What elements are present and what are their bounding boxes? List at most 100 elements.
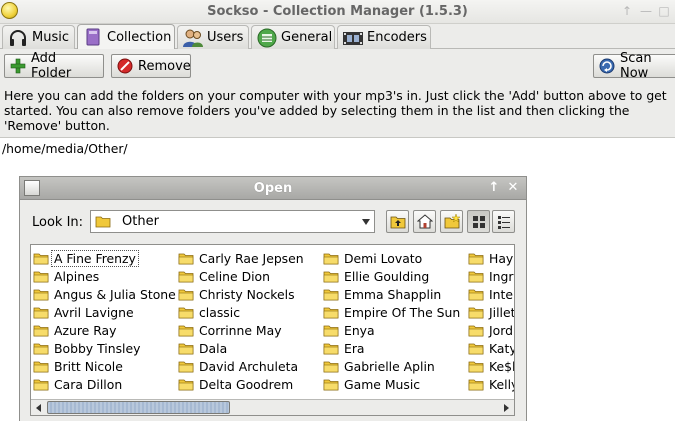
minimize-icon[interactable]: —: [638, 3, 654, 19]
folder-item[interactable]: Azure Ray: [33, 321, 116, 339]
maximize-up-icon[interactable]: ↑: [619, 3, 635, 19]
tab-label: Collection: [107, 29, 172, 45]
folder-item[interactable]: Britt Nicole: [33, 357, 123, 375]
folder-item-label: Alpines: [54, 268, 100, 284]
folder-icon: [33, 307, 49, 318]
folder-item[interactable]: Empire Of The Sun: [323, 303, 460, 321]
tab-collection[interactable]: Collection: [77, 24, 175, 49]
chevron-down-icon: [362, 219, 370, 225]
folder-icon: [323, 271, 339, 282]
folder-item[interactable]: Ingr: [468, 267, 513, 285]
folder-item-label: Jord: [489, 322, 513, 338]
add-folder-button[interactable]: Add Folder: [4, 51, 104, 81]
toolbar: Add Folder Remove Scan Now: [0, 49, 675, 84]
folder-icon: [468, 325, 484, 336]
tab-music[interactable]: Music: [2, 25, 75, 49]
folder-item[interactable]: Cara Dillon: [33, 375, 122, 393]
scan-now-button[interactable]: Scan Now: [593, 51, 675, 81]
folder-item[interactable]: Game Music: [323, 375, 420, 393]
folder-item[interactable]: Enya: [323, 321, 375, 339]
refresh-icon: [599, 58, 615, 74]
folder-icon: [178, 271, 194, 282]
folder-icon: [33, 253, 49, 264]
folder-item-label: Era: [344, 340, 365, 356]
tab-users[interactable]: Users: [177, 25, 249, 49]
folder-item[interactable]: Gabrielle Aplin: [323, 357, 435, 375]
folder-item[interactable]: Corrinne May: [178, 321, 282, 339]
folder-item-label: Ellie Goulding: [344, 268, 430, 284]
folder-item[interactable]: Delta Goodrem: [178, 375, 293, 393]
folder-item[interactable]: Inte: [468, 285, 513, 303]
folder-item[interactable]: Emma Shapplin: [323, 285, 441, 303]
folder-item[interactable]: Katy: [468, 339, 514, 357]
tab-label: Music: [32, 30, 69, 45]
folder-item[interactable]: Angus & Julia Stone: [33, 285, 176, 303]
tab-encoders[interactable]: Encoders: [337, 25, 431, 49]
new-folder-button[interactable]: [440, 210, 463, 233]
folder-item-label: Corrinne May: [199, 322, 282, 338]
scrollbar-thumb[interactable]: [47, 401, 230, 414]
details-view-icon: [497, 215, 510, 229]
list-view-button[interactable]: [467, 210, 490, 233]
folder-icon: [178, 289, 194, 300]
folder-item[interactable]: Hayl: [468, 249, 515, 267]
add-folder-label: Add Folder: [31, 51, 72, 81]
tab-general[interactable]: General: [251, 25, 335, 49]
folder-item-label: Delta Goodrem: [199, 376, 294, 392]
horizontal-scrollbar[interactable]: [31, 399, 514, 415]
folder-item[interactable]: Era: [323, 339, 365, 357]
tab-label: General: [281, 30, 333, 45]
folder-item-label: Christy Nockels: [199, 286, 295, 302]
look-in-label: Look In:: [32, 215, 84, 230]
tab-label: Encoders: [367, 30, 427, 45]
remove-button[interactable]: Remove: [111, 54, 191, 78]
folder-icon: [178, 343, 194, 354]
up-folder-button[interactable]: [386, 210, 409, 233]
folder-item[interactable]: Demi Lovato: [323, 249, 422, 267]
details-view-button[interactable]: [492, 210, 515, 233]
scan-now-label: Scan Now: [620, 51, 652, 81]
folder-item[interactable]: Ke$l: [468, 357, 514, 375]
maximize-up-icon[interactable]: ↑: [487, 180, 501, 196]
scroll-right-icon[interactable]: [498, 400, 514, 415]
look-in-select[interactable]: Other: [90, 210, 375, 233]
folder-icon: [33, 325, 49, 336]
folder-item-label: Demi Lovato: [344, 250, 423, 266]
folder-item[interactable]: Kelly: [468, 375, 514, 393]
folder-icon: [178, 253, 194, 264]
home-icon: [416, 214, 433, 229]
folder-item-label: Hayl: [489, 250, 515, 266]
file-list[interactable]: A Fine Frenzy Alpines Angus & Julia Stone A…: [30, 244, 515, 416]
folder-icon: [95, 216, 111, 228]
folder-item-label: A Fine Frenzy: [51, 249, 139, 267]
folder-item-label: Celine Dion: [199, 268, 270, 284]
home-button[interactable]: [413, 210, 436, 233]
folder-item[interactable]: Bobby Tinsley: [33, 339, 140, 357]
headphones-icon: [10, 29, 26, 46]
folder-item[interactable]: classic: [178, 303, 240, 321]
folder-item[interactable]: Ellie Goulding: [323, 267, 429, 285]
look-in-value: Other: [122, 214, 159, 229]
folder-item-label: Dala: [199, 340, 228, 356]
folder-item[interactable]: Christy Nockels: [178, 285, 295, 303]
folder-icon: [178, 325, 194, 336]
folder-item-label: Inte: [489, 286, 513, 302]
folder-item[interactable]: Jillet: [468, 303, 514, 321]
folder-item[interactable]: Carly Rae Jepsen: [178, 249, 304, 267]
no-entry-icon: [117, 58, 133, 74]
folder-item[interactable]: Jord: [468, 321, 513, 339]
folder-item-label: Carly Rae Jepsen: [199, 250, 304, 266]
list-item[interactable]: /home/media/Other/: [2, 141, 128, 156]
folder-item[interactable]: David Archuleta: [178, 357, 298, 375]
close-icon[interactable]: ✕: [506, 180, 520, 196]
folder-item[interactable]: Avril Lavigne: [33, 303, 134, 321]
folder-item-label: Angus & Julia Stone: [54, 286, 176, 302]
folder-item-label: Kelly: [489, 376, 514, 392]
folder-item[interactable]: Alpines: [33, 267, 99, 285]
folder-item[interactable]: A Fine Frenzy: [33, 249, 139, 267]
scroll-left-icon[interactable]: [31, 400, 47, 415]
folder-item[interactable]: Celine Dion: [178, 267, 270, 285]
remove-label: Remove: [138, 58, 191, 74]
folder-item[interactable]: Dala: [178, 339, 227, 357]
maximize-icon[interactable]: □: [656, 3, 672, 19]
